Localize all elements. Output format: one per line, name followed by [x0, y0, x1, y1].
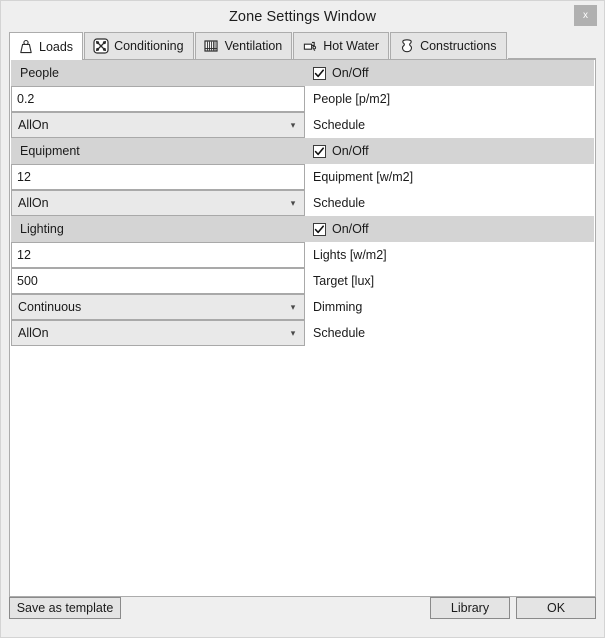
checkmark-icon — [313, 144, 326, 158]
people-onoff-label: On/Off — [332, 66, 369, 80]
section-header-lighting: Lighting On/Off — [11, 216, 594, 242]
checkmark-icon — [313, 66, 326, 80]
tab-conditioning-label: Conditioning — [114, 39, 184, 53]
row-equipment-power: 12 Equipment [w/m2] — [11, 164, 594, 190]
lighting-onoff-label: On/Off — [332, 222, 369, 236]
chevron-down-icon: ▾ — [290, 119, 296, 130]
row-equipment-schedule: AllOn ▾ Schedule — [11, 190, 594, 216]
people-density-label: People [p/m2] — [313, 92, 391, 106]
section-title-equipment: Equipment — [20, 144, 80, 158]
faucet-icon — [301, 38, 318, 55]
lights-schedule-label: Schedule — [313, 326, 366, 340]
equipment-power-input[interactable]: 12 — [11, 164, 305, 190]
fan-icon — [92, 38, 109, 55]
lights-power-input[interactable]: 12 — [11, 242, 305, 268]
section-title-people: People — [20, 66, 59, 80]
tab-loads[interactable]: Loads — [9, 32, 84, 60]
title-bar: Zone Settings Window x — [1, 1, 604, 32]
section-title-lighting: Lighting — [20, 222, 64, 236]
tab-strip: Loads Conditioning Ventilation Hot Water… — [9, 32, 596, 60]
row-lights-schedule: AllOn ▾ Schedule — [11, 320, 594, 346]
people-density-input[interactable]: 0.2 — [11, 86, 305, 112]
tab-hot-water-label: Hot Water — [323, 39, 380, 53]
row-lights-dimming: Continuous ▾ Dimming — [11, 294, 594, 320]
zone-settings-window: Zone Settings Window x Loads Conditionin… — [0, 0, 605, 638]
equipment-power-label: Equipment [w/m2] — [313, 170, 414, 184]
equipment-schedule-select[interactable]: AllOn ▾ — [11, 190, 305, 216]
tab-hot-water[interactable]: Hot Water — [293, 32, 390, 59]
chevron-down-icon: ▾ — [290, 197, 296, 208]
row-lights-power: 12 Lights [w/m2] — [11, 242, 594, 268]
lights-target-input[interactable]: 500 — [11, 268, 305, 294]
loads-sections: People On/Off 0.2 People [p/m2] AllOn ▾ … — [10, 60, 595, 346]
tab-constructions-label: Constructions — [420, 39, 497, 53]
loads-tab-page: People On/Off 0.2 People [p/m2] AllOn ▾ … — [9, 60, 596, 597]
window-title: Zone Settings Window — [228, 8, 377, 25]
section-header-people: People On/Off — [11, 60, 594, 86]
equipment-schedule-label: Schedule — [313, 196, 366, 210]
people-schedule-label: Schedule — [313, 118, 366, 132]
lights-dimming-label: Dimming — [313, 300, 363, 314]
library-button[interactable]: Library — [430, 597, 510, 619]
close-button[interactable]: x — [574, 5, 597, 26]
save-as-template-button[interactable]: Save as template — [9, 597, 121, 619]
chevron-down-icon: ▾ — [290, 327, 296, 338]
section-header-equipment: Equipment On/Off — [11, 138, 594, 164]
lights-target-label: Target [lux] — [313, 274, 375, 288]
lights-dimming-select[interactable]: Continuous ▾ — [11, 294, 305, 320]
tab-ventilation-label: Ventilation — [224, 39, 283, 53]
tab-conditioning[interactable]: Conditioning — [84, 32, 194, 59]
dialog-footer: Save as template Library OK — [9, 588, 596, 628]
ok-button[interactable]: OK — [516, 597, 596, 619]
people-schedule-select[interactable]: AllOn ▾ — [11, 112, 305, 138]
weight-icon — [17, 38, 34, 55]
row-people-schedule: AllOn ▾ Schedule — [11, 112, 594, 138]
chevron-down-icon: ▾ — [290, 301, 296, 312]
people-onoff-checkbox[interactable]: On/Off — [305, 66, 369, 80]
lights-schedule-value: AllOn — [18, 326, 49, 340]
row-lights-target: 500 Target [lux] — [11, 268, 594, 294]
tab-strip-filler — [507, 32, 596, 59]
hide-layer-icon — [398, 38, 415, 55]
lights-dimming-value: Continuous — [18, 300, 82, 314]
equipment-schedule-value: AllOn — [18, 196, 49, 210]
tab-ventilation[interactable]: Ventilation — [194, 32, 293, 59]
vent-grille-icon — [203, 38, 220, 55]
row-people-density: 0.2 People [p/m2] — [11, 86, 594, 112]
tab-loads-label: Loads — [39, 39, 74, 54]
people-schedule-value: AllOn — [18, 118, 49, 132]
checkmark-icon — [313, 222, 326, 236]
footer-right-buttons: Library OK — [430, 597, 596, 619]
equipment-onoff-label: On/Off — [332, 144, 369, 158]
equipment-onoff-checkbox[interactable]: On/Off — [305, 144, 369, 158]
lights-power-label: Lights [w/m2] — [313, 248, 387, 262]
tab-constructions[interactable]: Constructions — [390, 32, 507, 59]
lights-schedule-select[interactable]: AllOn ▾ — [11, 320, 305, 346]
lighting-onoff-checkbox[interactable]: On/Off — [305, 222, 369, 236]
